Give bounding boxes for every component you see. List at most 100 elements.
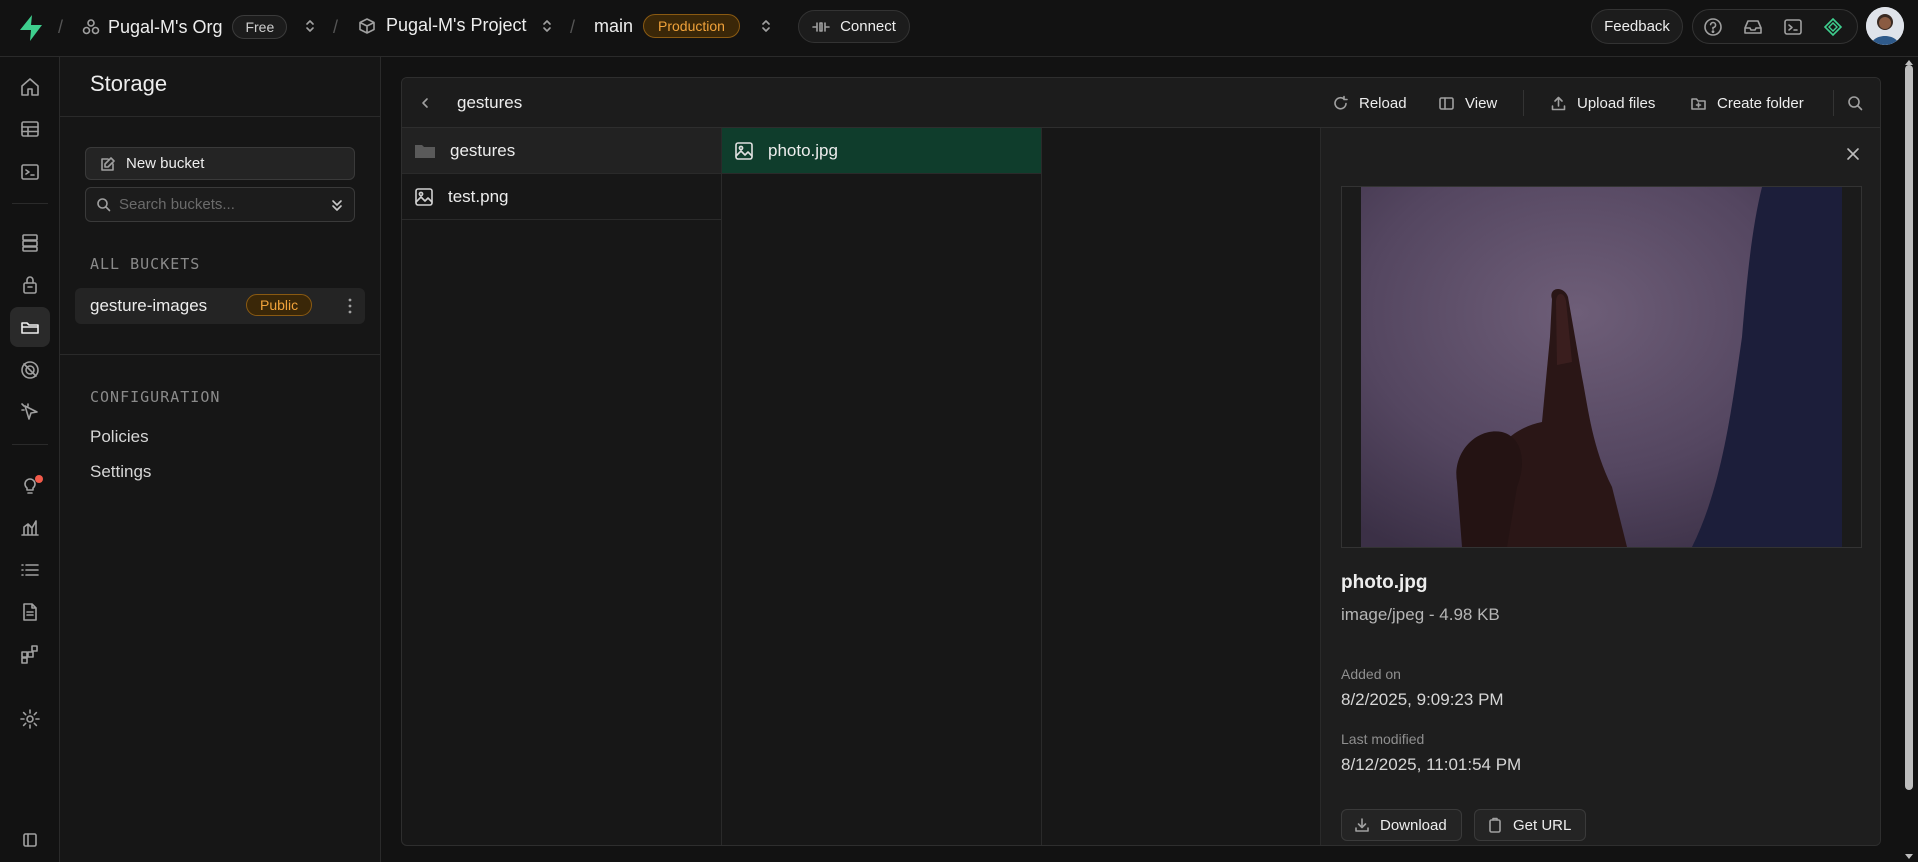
feedback-label: Feedback (1604, 18, 1670, 35)
nav-sql-editor[interactable] (10, 152, 50, 192)
collapse-sidebar-icon (23, 833, 37, 847)
connect-button[interactable]: Connect (798, 10, 910, 43)
create-folder-label: Create folder (1717, 94, 1804, 112)
search-buckets-input[interactable] (119, 196, 319, 213)
nav-storage[interactable] (10, 307, 50, 347)
upload-files-button[interactable]: Upload files (1550, 78, 1655, 128)
configuration-heading: CONFIGURATION (90, 388, 221, 406)
file-name: test.png (448, 186, 509, 206)
folder-row[interactable]: gestures (402, 128, 721, 174)
nav-project-settings[interactable] (10, 699, 50, 739)
rail-divider (12, 444, 48, 445)
view-button[interactable]: View (1438, 78, 1497, 128)
folder-plus-icon (1691, 97, 1706, 110)
back-button[interactable] (418, 78, 442, 128)
image-file-icon (415, 187, 433, 206)
upload-files-label: Upload files (1577, 94, 1656, 112)
more-options-icon[interactable] (347, 297, 353, 315)
new-bucket-button[interactable]: New bucket (85, 147, 355, 180)
download-icon (1355, 818, 1369, 832)
project-switcher-chevron[interactable] (541, 17, 553, 35)
chevrons-up-down-icon (762, 20, 770, 32)
reload-button[interactable]: Reload (1332, 78, 1407, 128)
help-button[interactable] (1693, 17, 1733, 37)
feedback-button[interactable]: Feedback (1591, 9, 1683, 44)
storage-icon (21, 322, 39, 334)
branch-selector[interactable]: main Production (594, 14, 740, 38)
org-selector[interactable]: Pugal-M's Org Free (82, 15, 288, 39)
nav-table-editor[interactable] (10, 109, 50, 149)
org-switcher-chevron[interactable] (304, 17, 316, 35)
columns-view-icon (1439, 96, 1454, 110)
nav-advisors[interactable] (10, 465, 50, 505)
assistant-button[interactable] (1813, 17, 1853, 37)
integrations-icon (21, 645, 38, 664)
help-icon (1704, 17, 1722, 36)
nav-reports[interactable] (10, 507, 50, 547)
project-box-icon (359, 17, 375, 34)
divider (60, 354, 381, 355)
explorer-toolbar: gestures Reload View Upload files Create… (402, 78, 1880, 128)
nav-database[interactable] (10, 223, 50, 263)
settings-link[interactable]: Settings (90, 462, 151, 482)
sort-chevrons-icon[interactable] (330, 197, 344, 213)
image-file-icon (735, 141, 753, 160)
create-folder-button[interactable]: Create folder (1690, 78, 1804, 128)
inbox-icon (1744, 19, 1762, 34)
scrollbar-thumb[interactable] (1905, 65, 1913, 790)
reload-icon (1334, 95, 1348, 109)
rail-divider (12, 203, 48, 204)
inbox-button[interactable] (1733, 17, 1773, 37)
get-url-button[interactable]: Get URL (1474, 809, 1587, 841)
all-buckets-heading: ALL BUCKETS (90, 255, 201, 273)
nav-api-docs[interactable] (10, 592, 50, 632)
logs-icon (21, 564, 39, 576)
scroll-down-arrow-icon[interactable] (1900, 852, 1918, 862)
photo-thumbnail (1342, 187, 1861, 547)
terminal-button[interactable] (1773, 17, 1813, 37)
avatar[interactable] (1866, 7, 1904, 45)
last-modified-label: Last modified (1341, 731, 1425, 747)
page-scrollbar[interactable] (1900, 57, 1918, 862)
added-on-label: Added on (1341, 666, 1401, 682)
nav-integrations[interactable] (10, 634, 50, 674)
bucket-item-gesture-images[interactable]: gesture-images Public (75, 288, 365, 324)
project-selector[interactable]: Pugal-M's Project (358, 15, 526, 36)
download-button[interactable]: Download (1341, 809, 1462, 841)
nav-home[interactable] (10, 67, 50, 107)
search-files-button[interactable] (1847, 78, 1873, 128)
user-avatar-icon (1866, 7, 1904, 45)
toolbar-divider (1833, 90, 1834, 116)
logo[interactable] (18, 14, 44, 42)
notification-dot (35, 475, 43, 483)
reports-icon (21, 520, 39, 536)
nav-realtime[interactable] (10, 392, 50, 432)
plan-badge: Free (232, 15, 288, 39)
download-label: Download (1380, 816, 1447, 834)
breadcrumb-separator: / (58, 17, 64, 37)
storage-sidebar: Storage New bucket ALL BUCKETS gesture-i… (60, 57, 381, 862)
collapse-sidebar-button[interactable] (10, 820, 50, 860)
branch-switcher-chevron[interactable] (760, 17, 772, 35)
chevron-left-icon (422, 98, 428, 108)
explorer-column-2: photo.jpg (722, 128, 1042, 845)
close-icon[interactable] (1846, 147, 1860, 161)
file-row-selected[interactable]: photo.jpg (722, 128, 1041, 174)
nav-logs[interactable] (10, 550, 50, 590)
preview-file-meta: image/jpeg - 4.98 KB (1341, 605, 1500, 624)
org-name: Pugal-M's Org (108, 16, 223, 37)
policies-link[interactable]: Policies (90, 427, 149, 447)
nav-authentication[interactable] (10, 265, 50, 305)
nav-edge-functions[interactable] (10, 350, 50, 390)
reload-label: Reload (1359, 94, 1407, 112)
chevrons-up-down-icon (306, 20, 314, 32)
settings-icon (20, 709, 40, 729)
search-icon (1848, 96, 1863, 111)
terminal-icon (1784, 18, 1802, 35)
breadcrumb-separator: / (570, 17, 576, 37)
view-label: View (1465, 94, 1498, 112)
environment-badge: Production (643, 14, 740, 38)
public-badge: Public (246, 294, 313, 316)
file-row[interactable]: test.png (402, 174, 721, 220)
bucket-search (85, 187, 355, 222)
